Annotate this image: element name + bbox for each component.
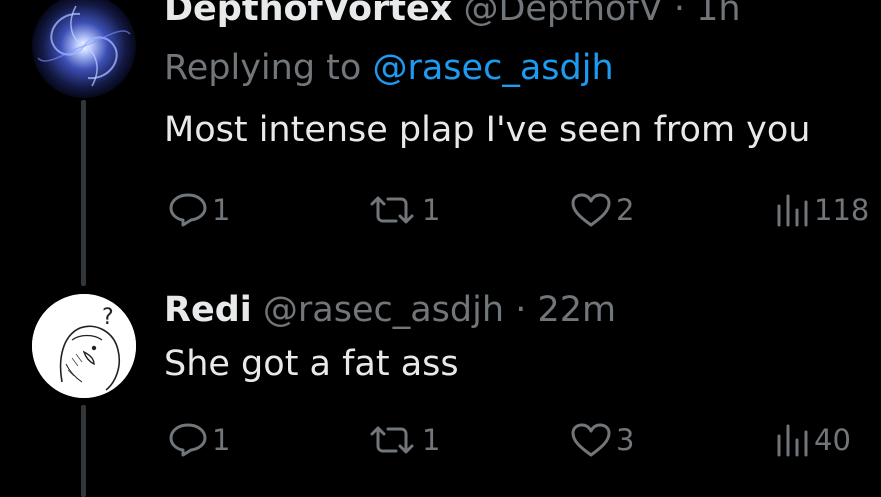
speech-bubble-icon xyxy=(169,193,207,227)
reply-count: 1 xyxy=(212,193,231,227)
view-count: 40 xyxy=(814,423,851,457)
tweet-header: Redi @rasec_asdjh · 22m xyxy=(164,290,616,330)
separator-dot: · xyxy=(515,290,527,330)
display-name[interactable]: Redi xyxy=(164,290,252,330)
replying-to-line: Replying to @rasec_asdjh xyxy=(164,48,614,88)
reply-button[interactable]: 1 xyxy=(168,422,230,458)
tweet[interactable]: ? Redi @rasec_asdjh · 22m She got a fat … xyxy=(0,286,881,497)
like-button[interactable]: 3 xyxy=(570,422,634,458)
like-button[interactable]: 2 xyxy=(570,192,634,228)
bird-avatar-image: ? xyxy=(32,294,136,398)
heart-icon xyxy=(571,193,611,227)
avatar[interactable] xyxy=(32,0,136,98)
reply-button[interactable]: 1 xyxy=(168,192,230,228)
tweet[interactable]: DepthofVortex @DepthofV · 1h Replying to… xyxy=(0,0,881,286)
view-count: 118 xyxy=(814,193,870,227)
repost-arrows-icon xyxy=(370,426,414,454)
separator-dot: · xyxy=(673,0,686,29)
like-count: 3 xyxy=(616,423,635,457)
views-button[interactable]: 118 xyxy=(774,192,869,228)
repost-button[interactable]: 1 xyxy=(366,192,440,228)
replying-to-label: Replying to xyxy=(164,48,362,88)
repost-button[interactable]: 1 xyxy=(366,422,440,458)
speech-bubble-icon xyxy=(169,423,207,457)
tweet-text: She got a fat ass xyxy=(164,344,459,384)
repost-count: 1 xyxy=(422,193,441,227)
tweet-text: Most intense plap I've seen from you xyxy=(164,110,811,150)
vortex-avatar-image xyxy=(32,0,136,98)
reply-count: 1 xyxy=(212,423,231,457)
user-handle[interactable]: @rasec_asdjh xyxy=(263,290,504,330)
repost-count: 1 xyxy=(422,423,441,457)
like-count: 2 xyxy=(616,193,635,227)
tweet-header: DepthofVortex @DepthofV · 1h xyxy=(164,0,741,29)
display-name[interactable]: DepthofVortex xyxy=(164,0,452,29)
bar-chart-icon xyxy=(777,424,808,457)
timestamp[interactable]: 22m xyxy=(537,290,616,330)
avatar[interactable]: ? xyxy=(32,294,136,398)
replying-to-mention-link[interactable]: @rasec_asdjh xyxy=(372,48,613,88)
repost-arrows-icon xyxy=(370,196,414,224)
question-mark-badge: ? xyxy=(102,305,114,330)
timestamp[interactable]: 1h xyxy=(696,0,740,29)
bar-chart-icon xyxy=(777,194,808,227)
user-handle[interactable]: @DepthofV xyxy=(463,0,662,29)
views-button[interactable]: 40 xyxy=(774,422,851,458)
heart-icon xyxy=(571,423,611,457)
